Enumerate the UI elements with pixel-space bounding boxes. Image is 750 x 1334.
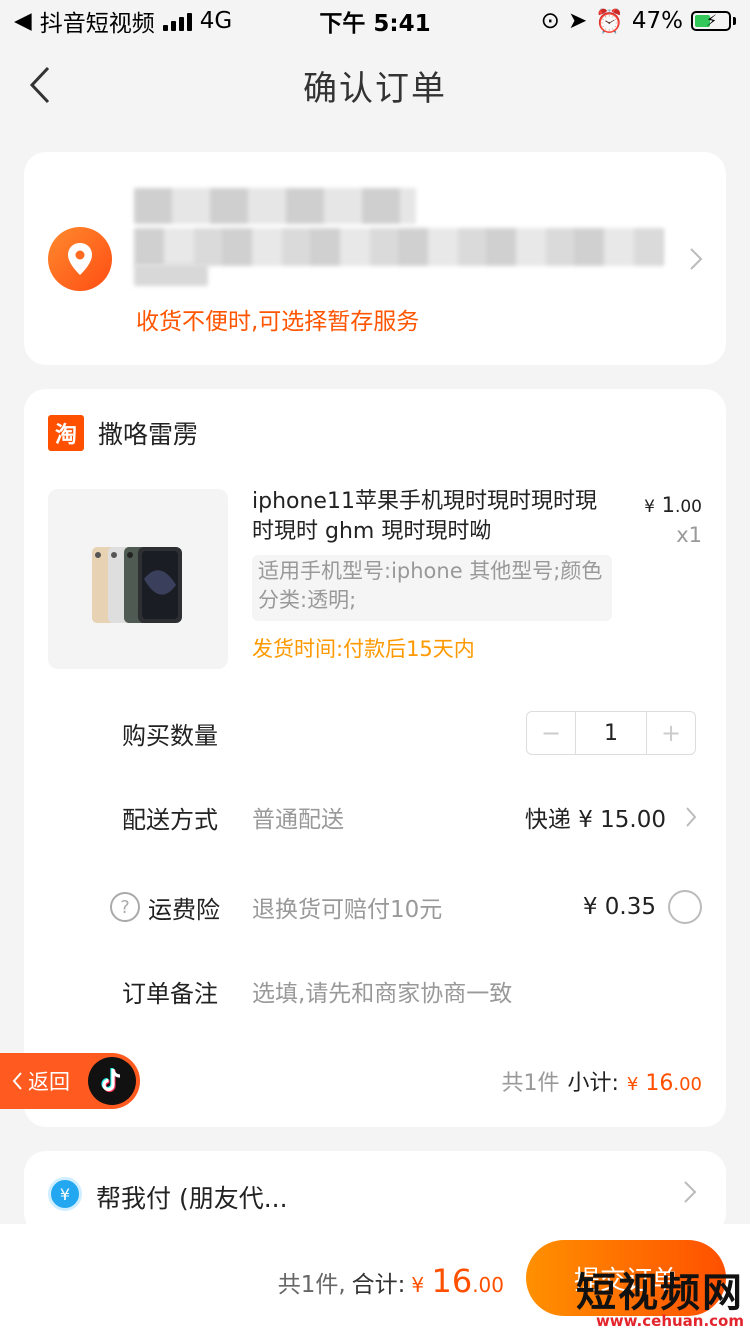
address-card[interactable]: 收货不便时,可选择暂存服务	[24, 152, 726, 365]
shop-header[interactable]: 淘 撒咯雷雳	[48, 415, 198, 451]
total-integer: 16	[431, 1262, 473, 1300]
total-decimal: .00	[472, 1273, 504, 1297]
product-image[interactable]	[48, 489, 228, 669]
friend-pay-card[interactable]: ¥ 帮我付 (朋友代...	[24, 1151, 726, 1235]
temporary-storage-tip[interactable]: 收货不便时,可选择暂存服务	[136, 302, 419, 336]
location-pin-icon	[48, 227, 112, 291]
total-label: 合计:	[351, 1272, 406, 1298]
shipping-insurance-row: ? 运费险 退换货可赔付10元 ¥ 0.35	[48, 877, 702, 937]
quantity-row: 购买数量 − 1 +	[48, 703, 702, 763]
insurance-label: 运费险	[148, 895, 220, 924]
recipient-name-redacted	[134, 188, 416, 224]
address-line2-redacted	[134, 264, 208, 286]
watermark-url: www.cehuan.com	[595, 1312, 744, 1330]
chevron-left-icon	[12, 1072, 22, 1090]
status-right: ⊙ ➤ ⏰ 47% ⚡	[541, 8, 736, 35]
return-to-app-badge[interactable]: 返回	[0, 1053, 140, 1109]
product-title[interactable]: iphone11苹果手机現时現时現时現时現时 ghm 現时現时呦	[252, 487, 612, 547]
status-bar: ◀ 抖音短视频 4G 下午 5:41 ⊙ ➤ ⏰ 47% ⚡	[0, 0, 750, 42]
insurance-description: 退换货可赔付10元	[252, 897, 443, 923]
help-icon[interactable]: ?	[110, 892, 140, 922]
total: 共1件, 合计: ¥ 16.00	[278, 1262, 504, 1300]
price-decimal: .00	[674, 497, 702, 517]
increase-button[interactable]: +	[647, 712, 695, 754]
back-arrow-icon[interactable]	[24, 60, 64, 110]
note-input[interactable]: 选填,请先和商家协商一致	[252, 974, 512, 1008]
subtotal: 共1件 小计: ¥ 16.00	[501, 1065, 702, 1097]
nav-bar: 确认订单	[0, 42, 750, 128]
watermark-text: 短视频网	[576, 1270, 744, 1316]
orientation-lock-icon: ⊙	[540, 8, 560, 34]
insurance-fee: ¥ 0.35	[582, 894, 656, 920]
note-label: 订单备注	[122, 979, 218, 1008]
total-count: 共1件,	[277, 1272, 346, 1298]
quantity-label: 购买数量	[122, 721, 218, 750]
product-quantity: x1	[676, 523, 702, 547]
shop-name: 撒咯雷雳	[98, 420, 199, 449]
return-label: 返回	[28, 1070, 70, 1094]
total-symbol: ¥	[411, 1273, 425, 1297]
page-title: 确认订单	[303, 68, 447, 109]
signal-icon	[162, 11, 192, 31]
battery-icon: ⚡	[691, 11, 736, 31]
item-count: 共1件	[501, 1071, 560, 1096]
total-amount: ¥ 16.00	[411, 1262, 504, 1300]
price-symbol: ¥	[644, 497, 655, 517]
delivery-label: 配送方式	[122, 805, 218, 834]
chevron-right-icon	[690, 248, 703, 270]
decrease-button[interactable]: −	[527, 712, 575, 754]
yen-icon: ¥	[48, 1177, 82, 1211]
ship-time: 发货时间:付款后15天内	[252, 637, 475, 661]
product-price: ¥ 1.00	[644, 493, 702, 517]
battery-percent: 47%	[631, 8, 683, 34]
friend-pay-label: 帮我付 (朋友代...	[96, 1184, 288, 1213]
location-icon: ➤	[567, 8, 588, 34]
product-sku: 适用手机型号:iphone 其他型号;颜色分类:透明;	[252, 555, 612, 621]
quantity-value[interactable]: 1	[575, 712, 647, 754]
order-card: 淘 撒咯雷雳 iphone11苹果手机現时現时現时現时現时 ghm 現时現时呦 …	[24, 389, 726, 1127]
subtotal-label: 小计:	[567, 1071, 619, 1096]
tiktok-logo-icon	[88, 1057, 136, 1105]
chevron-right-icon	[684, 1181, 697, 1203]
subtotal-symbol: ¥	[626, 1074, 639, 1095]
address-line-redacted	[134, 228, 664, 266]
taobao-logo-icon: 淘	[48, 415, 84, 451]
subtotal-decimal: .00	[673, 1074, 702, 1095]
alarm-icon: ⏰	[595, 8, 624, 35]
quantity-stepper: − 1 +	[526, 711, 696, 755]
subtotal-integer: 16	[645, 1071, 674, 1096]
back-triangle-icon[interactable]: ◀	[14, 8, 32, 34]
delivery-method: 普通配送	[252, 807, 344, 833]
back-app-name[interactable]: 抖音短视频	[40, 4, 155, 38]
delivery-fee: 快递 ¥ 15.00	[524, 807, 666, 833]
network-type: 4G	[199, 8, 233, 34]
watermark: 短视频网 www.cehuan.com	[576, 1260, 744, 1330]
insurance-radio[interactable]	[668, 890, 702, 924]
chevron-right-icon	[686, 807, 697, 827]
delivery-row[interactable]: 配送方式 普通配送 快递 ¥ 15.00	[48, 787, 702, 847]
subtotal-amount: ¥ 16.00	[627, 1071, 702, 1096]
order-note-row[interactable]: 订单备注 选填,请先和商家协商一致	[48, 961, 702, 1021]
status-left: ◀ 抖音短视频 4G	[14, 4, 232, 38]
price-integer: 1	[661, 493, 675, 517]
